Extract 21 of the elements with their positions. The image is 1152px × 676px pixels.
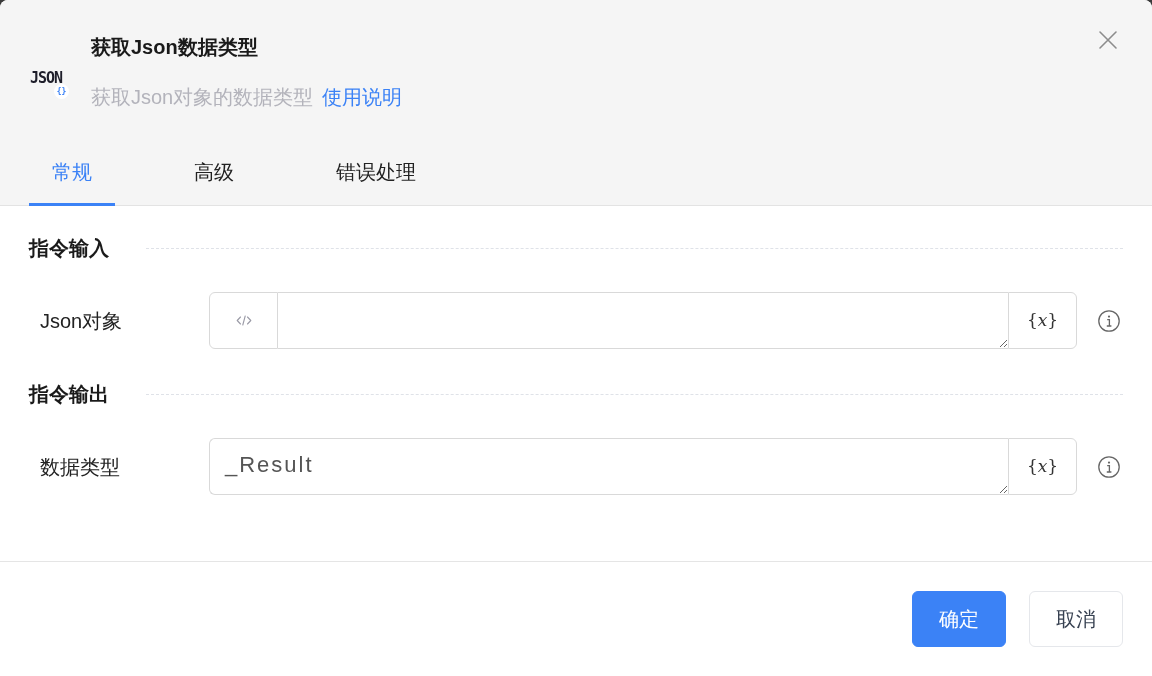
field-label: Json对象	[39, 308, 124, 334]
tab[interactable]: 错误处理	[313, 144, 439, 206]
info-icon	[1098, 455, 1120, 478]
close-icon[interactable]	[1098, 30, 1118, 50]
input-field[interactable]: _Result	[209, 438, 1008, 495]
section-title: 指令输出	[29, 382, 109, 407]
input-field[interactable]	[278, 292, 1008, 349]
section-title: 指令输入	[29, 236, 109, 261]
dialog-title: 获取Json数据类型	[91, 35, 259, 60]
dialog-description: 获取Json对象的数据类型	[91, 85, 314, 110]
code-icon	[235, 315, 252, 326]
code-mode-button[interactable]	[209, 292, 278, 349]
variable-button[interactable]: {x}	[1008, 292, 1077, 349]
confirm-button[interactable]: 确定	[912, 591, 1006, 647]
tab[interactable]: 高级	[171, 144, 257, 206]
cancel-button[interactable]: 取消	[1029, 591, 1123, 647]
logo-text: JSON	[30, 69, 64, 87]
field-label: 数据类型	[39, 454, 121, 480]
variable-button[interactable]: {x}	[1008, 438, 1077, 495]
info-icon	[1098, 309, 1120, 332]
logo-badge: {}	[54, 84, 69, 99]
